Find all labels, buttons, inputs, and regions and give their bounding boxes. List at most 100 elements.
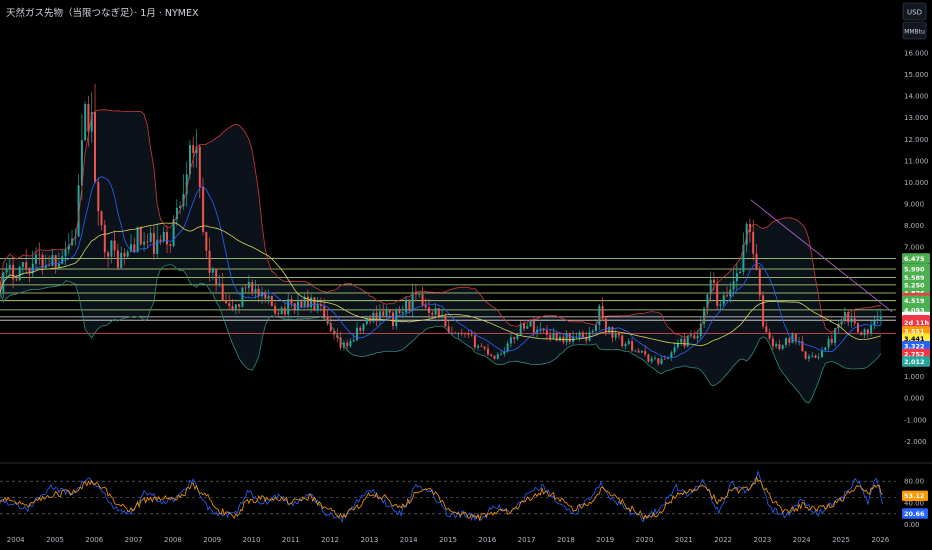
candle-body	[467, 333, 470, 335]
candle-body	[552, 332, 555, 339]
candle-body	[152, 232, 155, 254]
chart-title: 天然ガス先物（当限つなぎ足）· 1月 · NYMEX	[6, 7, 199, 19]
time-tick-label: 2020	[636, 536, 654, 544]
candle-body	[680, 338, 683, 343]
candle-body	[159, 239, 162, 242]
candle-body	[38, 254, 41, 256]
candle-body	[267, 295, 270, 299]
candle-body	[87, 104, 90, 132]
time-tick-label: 2006	[85, 536, 103, 544]
candle-body	[608, 326, 611, 332]
candle-body	[493, 355, 496, 359]
candle-body	[460, 332, 463, 334]
candle-body	[48, 265, 51, 267]
candle-body	[300, 301, 303, 307]
candle-body	[12, 264, 15, 280]
price-tick-label: 12.000	[904, 136, 929, 144]
candle-body	[61, 256, 64, 264]
candle-body	[765, 326, 768, 333]
price-tick-label: 0.000	[904, 395, 924, 403]
candle-body	[162, 232, 165, 242]
candle-body	[254, 288, 257, 294]
oscillator-badge-label: 20.66	[904, 510, 925, 518]
candle-body	[591, 330, 594, 333]
price-tick-label: -1.000	[904, 416, 927, 424]
time-tick-label: 2009	[203, 536, 221, 544]
candle-body	[781, 345, 784, 349]
candle-body	[863, 329, 866, 336]
candle-body	[352, 340, 355, 342]
candle-body	[657, 358, 660, 364]
candle-body	[356, 327, 358, 340]
candle-body	[192, 145, 195, 153]
candle-body	[146, 241, 149, 243]
candle-body	[722, 295, 725, 305]
time-tick-label: 2024	[793, 536, 811, 544]
candle-body	[133, 244, 136, 252]
candle-body	[169, 244, 172, 246]
candle-body	[431, 312, 434, 315]
candle-body	[870, 325, 873, 333]
price-badge-label: 5.990	[904, 265, 925, 273]
candle-body	[231, 306, 234, 311]
candle-body	[297, 301, 299, 310]
candle-body	[775, 344, 778, 347]
candle-body	[64, 249, 67, 257]
candle-body	[732, 281, 735, 290]
time-tick-label: 2007	[125, 536, 143, 544]
candle-body	[807, 356, 810, 359]
candle-body	[830, 338, 833, 343]
candle-body	[559, 336, 561, 341]
candle-body	[539, 328, 542, 330]
candle-body	[421, 294, 424, 305]
candle-body	[378, 311, 381, 321]
candle-body	[673, 347, 676, 353]
candle-body	[274, 306, 277, 314]
time-tick-label: 2010	[243, 536, 261, 544]
candle-body	[509, 337, 512, 344]
candle-body	[264, 291, 267, 299]
candle-body	[215, 268, 218, 285]
candle-body	[735, 273, 738, 282]
candle-body	[758, 269, 761, 296]
candle-body	[94, 112, 96, 182]
candle-body	[205, 231, 208, 251]
candle-body	[428, 307, 430, 313]
time-tick-label: 2018	[557, 536, 575, 544]
candle-body	[313, 297, 316, 311]
price-tick-label: 14.000	[904, 93, 929, 101]
candle-body	[58, 263, 60, 267]
candle-body	[470, 334, 473, 336]
time-tick-label: 2014	[400, 536, 418, 544]
candle-body	[712, 279, 715, 284]
time-tick-label: 2021	[675, 536, 693, 544]
candle-body	[667, 357, 670, 359]
time-axis[interactable]: 2004 2005 2006 2007 2008 2009 2010 2011 2012 2013…	[7, 536, 890, 544]
time-tick-label: 2017	[518, 536, 536, 544]
candle-body	[51, 255, 54, 266]
candle-body	[18, 267, 21, 281]
candle-body	[166, 232, 168, 245]
candle-body	[739, 271, 742, 274]
candle-body	[814, 355, 817, 358]
chart-canvas[interactable]: 16.000 15.000 14.000 13.000 12.000 11.000 10.0…	[0, 0, 932, 550]
candle-body	[788, 338, 791, 343]
candle-body	[362, 323, 365, 331]
candle-body	[621, 335, 624, 347]
candle-body	[457, 332, 460, 334]
candle-body	[850, 318, 853, 323]
price-tick-label: -2.000	[904, 438, 927, 446]
candle-body	[241, 287, 244, 307]
time-tick-label: 2012	[321, 536, 339, 544]
candle-body	[310, 297, 313, 308]
candle-body	[408, 299, 411, 311]
price-tick-label: 11.000	[904, 157, 929, 165]
candle-body	[824, 347, 827, 351]
candle-body	[817, 357, 820, 358]
candle-body	[752, 231, 755, 254]
time-tick-label: 2004	[7, 536, 25, 544]
candle-body	[693, 335, 696, 339]
price-badges: 6.4755.9905.5895.2504.8764.6334.5194.093…	[902, 253, 930, 367]
candle-body	[270, 295, 273, 307]
candle-body	[480, 345, 483, 347]
